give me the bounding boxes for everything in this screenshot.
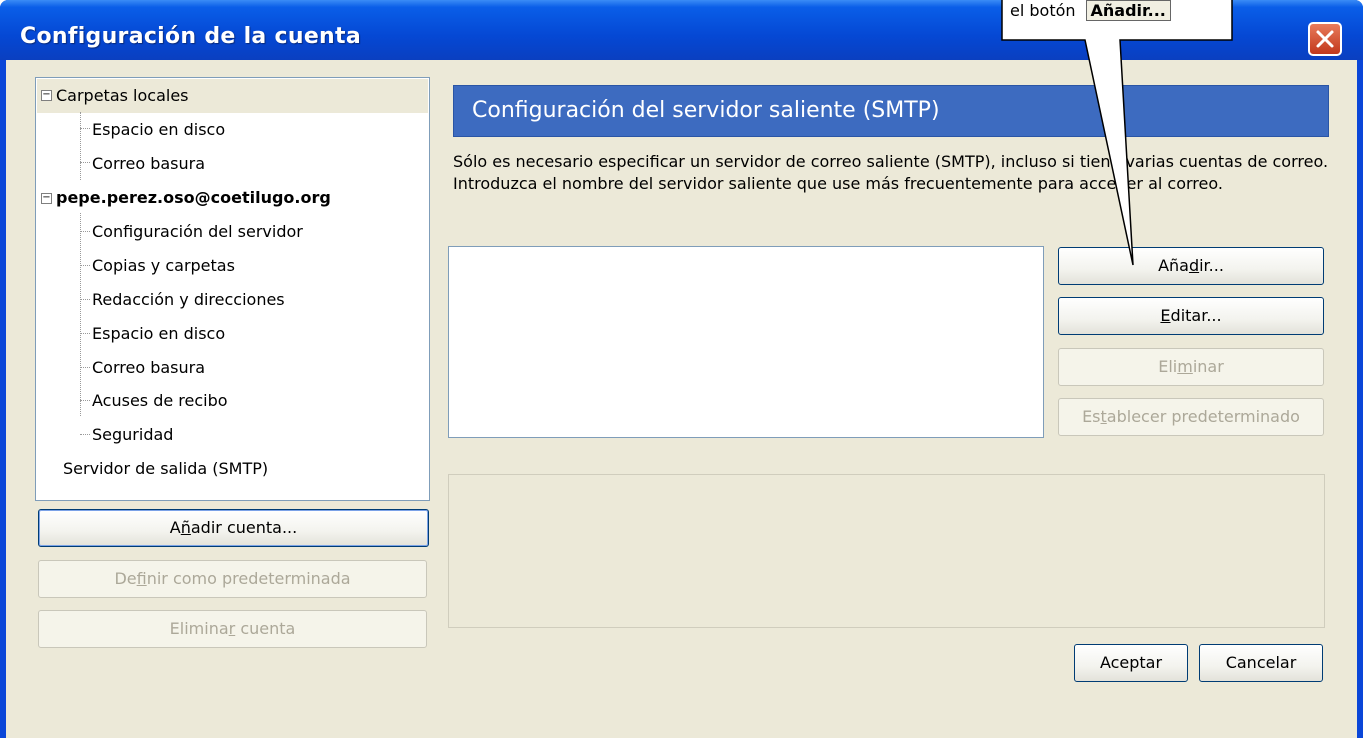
tree-item-acuses-recibo[interactable]: Acuses de recibo [92, 391, 228, 410]
account-tree[interactable]: − Carpetas locales Espacio en disco Corr… [35, 77, 430, 501]
set-default-account-label: Definir como predeterminada [114, 569, 351, 588]
tree-connector [80, 400, 90, 401]
set-default-account-button[interactable]: Definir como predeterminada [38, 560, 427, 598]
dialog-window: Configuración de la cuenta − Carpetas lo… [0, 0, 1363, 738]
add-smtp-label: Añadir... [1158, 256, 1224, 275]
tree-connector [80, 265, 90, 266]
tree-connector [80, 367, 90, 368]
add-smtp-button[interactable]: Añadir... [1058, 247, 1324, 285]
set-default-smtp-label: Establecer predeterminado [1082, 407, 1300, 426]
tree-connector [80, 333, 90, 334]
tree-item-espacio-disco-account[interactable]: Espacio en disco [92, 324, 225, 343]
tree-item-redaccion-direcciones[interactable]: Redacción y direcciones [92, 290, 285, 309]
collapse-icon[interactable]: − [41, 193, 52, 204]
tree-item-servidor-salida[interactable]: Servidor de salida (SMTP) [63, 459, 268, 478]
delete-smtp-label: Eliminar [1158, 357, 1224, 376]
tree-item-espacio-disco[interactable]: Espacio en disco [92, 120, 225, 139]
close-icon [1316, 30, 1334, 48]
ok-button[interactable]: Aceptar [1074, 644, 1188, 682]
remove-account-button[interactable]: Eliminar cuenta [38, 610, 427, 648]
delete-smtp-button[interactable]: Eliminar [1058, 348, 1324, 386]
add-account-button[interactable]: Añadir cuenta... [38, 509, 429, 547]
tree-connector [80, 299, 90, 300]
tree-item-account[interactable]: pepe.perez.oso@coetilugo.org [56, 188, 331, 207]
callout-caption: el botón [1010, 1, 1076, 20]
tree-item-carpetas-locales[interactable]: Carpetas locales [56, 86, 189, 105]
close-button[interactable] [1308, 22, 1342, 56]
dialog-client-area: − Carpetas locales Espacio en disco Corr… [6, 60, 1357, 738]
panel-title: Configuración del servidor saliente (SMT… [472, 98, 940, 123]
panel-header: Configuración del servidor saliente (SMT… [453, 85, 1329, 137]
tree-connector [80, 213, 81, 416]
smtp-server-list[interactable] [448, 246, 1044, 438]
edit-smtp-button[interactable]: Editar... [1058, 297, 1324, 335]
tree-connector [80, 434, 90, 435]
cancel-button[interactable]: Cancelar [1199, 644, 1323, 682]
remove-account-label: Eliminar cuenta [169, 619, 296, 638]
tree-connector [80, 112, 81, 180]
tree-connector [80, 128, 90, 129]
smtp-details-panel [448, 474, 1325, 628]
edit-smtp-label: Editar... [1160, 306, 1222, 325]
tree-item-seguridad[interactable]: Seguridad [92, 425, 173, 444]
tree-item-copias-carpetas[interactable]: Copias y carpetas [92, 256, 235, 275]
set-default-smtp-button[interactable]: Establecer predeterminado [1058, 398, 1324, 436]
tree-connector [80, 162, 90, 163]
tree-item-correo-basura[interactable]: Correo basura [92, 154, 205, 173]
window-title: Configuración de la cuenta [20, 24, 361, 49]
callout-button-reference: Añadir... [1085, 0, 1171, 21]
collapse-icon[interactable]: − [41, 90, 52, 101]
add-account-label: Añadir cuenta... [169, 518, 298, 537]
panel-description: Sólo es necesario especificar un servido… [453, 152, 1329, 193]
tree-item-correo-basura-account[interactable]: Correo basura [92, 358, 205, 377]
tree-connector [80, 231, 90, 232]
callout-text: el botón Añadir... [1010, 0, 1171, 30]
tree-item-configuracion-servidor[interactable]: Configuración del servidor [92, 222, 303, 241]
